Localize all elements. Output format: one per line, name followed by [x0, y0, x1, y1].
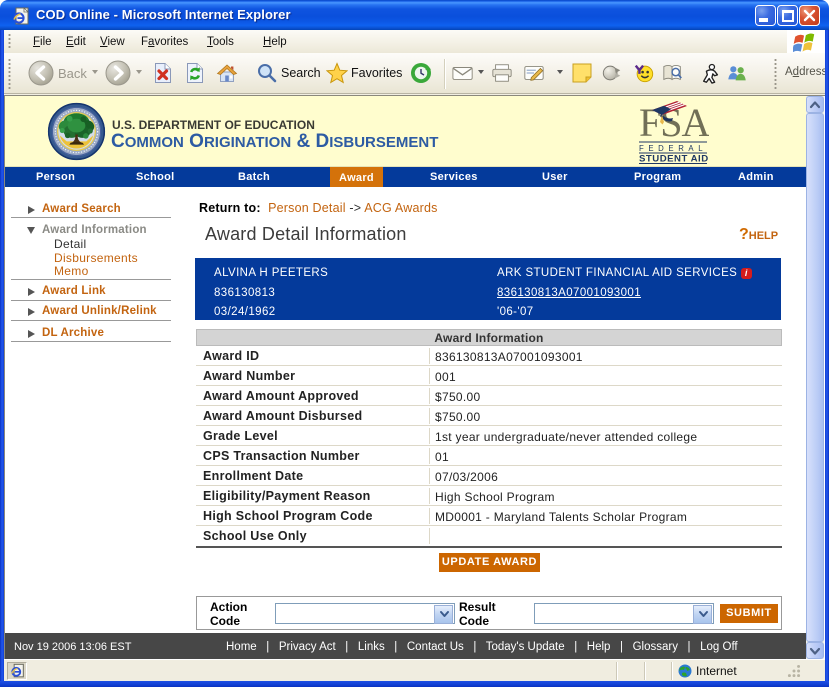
- svg-text:STUDENT AID: STUDENT AID: [639, 154, 709, 165]
- svg-text:FEDERAL: FEDERAL: [639, 144, 707, 153]
